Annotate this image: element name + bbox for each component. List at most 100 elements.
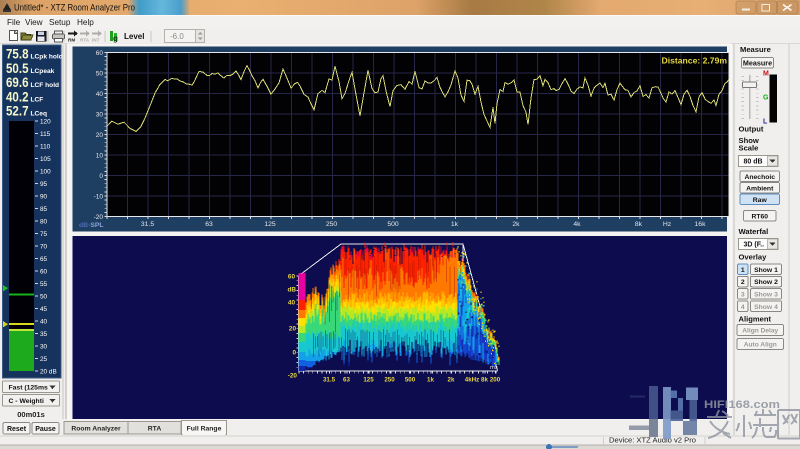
svg-text:Show 3: Show 3 [754,291,778,298]
svg-text:120: 120 [40,118,51,125]
svg-text:Measure: Measure [743,58,772,67]
svg-text:ms: ms [490,365,498,371]
svg-text:Waterfal: Waterfal [739,227,769,236]
svg-text:Overlay: Overlay [739,253,768,262]
svg-text:95: 95 [40,181,48,188]
svg-text:RTA: RTA [80,38,90,43]
svg-text:Ambient: Ambient [746,185,774,192]
svg-text:Level: Level [124,32,144,41]
svg-text:40: 40 [288,300,296,307]
svg-text:85: 85 [40,206,48,213]
svg-text:0: 0 [292,350,296,357]
svg-text:Auto Align: Auto Align [744,342,777,349]
svg-text:1k: 1k [451,221,459,228]
svg-text:250: 250 [384,377,395,384]
svg-text:20 dB: 20 dB [40,368,57,375]
svg-text:dB: dB [287,287,296,294]
svg-text:-10: -10 [94,193,104,200]
svg-text:60: 60 [96,50,104,57]
svg-text:31.5: 31.5 [323,377,336,384]
svg-text:200: 200 [490,377,501,384]
svg-text:40: 40 [40,318,48,325]
svg-text:G: G [763,95,769,102]
svg-text:110: 110 [40,143,51,150]
svg-text:4: 4 [741,304,745,311]
svg-text:70: 70 [40,243,48,250]
svg-text:Scale: Scale [739,144,759,153]
svg-text:60: 60 [40,268,48,275]
svg-text:63: 63 [205,221,213,228]
svg-text:2k: 2k [512,221,520,228]
svg-text:2k: 2k [448,377,455,384]
svg-text:20: 20 [289,326,297,333]
svg-text:LCpk hold: LCpk hold [31,54,63,61]
svg-text:55: 55 [40,281,48,288]
svg-text:4k: 4k [573,221,581,228]
svg-text:115: 115 [40,131,51,138]
svg-text:LCF hold: LCF hold [31,82,60,89]
svg-text:-6.0: -6.0 [170,32,184,41]
svg-text:Reset: Reset [7,426,27,433]
svg-text:Hz: Hz [663,221,672,228]
svg-text:Pause: Pause [35,426,56,433]
svg-text:125: 125 [363,377,374,384]
svg-text:Help: Help [77,18,94,27]
svg-text:L: L [763,119,768,126]
svg-text:0: 0 [99,173,103,180]
svg-text:Room Analyzer: Room Analyzer [71,426,121,433]
svg-text:00m01s: 00m01s [17,410,45,419]
svg-text:50: 50 [40,293,48,300]
svg-text:Fast (125ms: Fast (125ms [9,384,49,391]
svg-text:80 dB: 80 dB [744,159,763,166]
svg-text:80: 80 [40,218,48,225]
svg-text:30: 30 [96,111,104,118]
svg-text:500: 500 [387,221,399,228]
svg-text:105: 105 [40,156,51,163]
svg-text:1k: 1k [427,377,434,384]
svg-text:100: 100 [40,168,51,175]
svg-text:Measure: Measure [740,45,771,54]
svg-text:LCeq: LCeq [31,111,47,118]
svg-text:3: 3 [741,291,745,298]
svg-text:Distance: 2.79m: Distance: 2.79m [662,56,728,66]
svg-text:8k: 8k [635,221,643,228]
svg-text:25: 25 [40,356,48,363]
svg-text:RM: RM [68,38,75,43]
svg-text:500: 500 [405,377,416,384]
svg-text:C - Weighti: C - Weighti [9,398,44,405]
svg-text:16k: 16k [695,221,707,228]
svg-text:35: 35 [40,331,48,338]
svg-text:-20: -20 [94,214,104,221]
svg-text:LCpeak: LCpeak [31,68,55,75]
svg-text:75: 75 [40,231,48,238]
svg-text:g: g [113,34,118,43]
svg-text:50: 50 [96,70,104,77]
svg-text:60: 60 [288,274,296,281]
svg-text:20: 20 [96,132,104,139]
svg-text:Output: Output [739,125,764,134]
svg-text:RTA: RTA [148,426,162,433]
svg-text:45: 45 [40,306,48,313]
svg-text:250: 250 [326,221,338,228]
svg-text:31.5: 31.5 [141,221,154,228]
svg-text:4kHz: 4kHz [465,377,479,384]
svg-text:Show 2: Show 2 [754,279,778,286]
svg-text:Show 4: Show 4 [754,304,778,311]
svg-text:Anechoic: Anechoic [744,174,775,181]
svg-text:90: 90 [40,193,48,200]
svg-text:HIFI168.com: HIFI168.com [704,399,780,411]
svg-text:Raw: Raw [753,197,768,204]
svg-text:125: 125 [264,221,276,228]
svg-text:M: M [763,71,769,78]
svg-text:Setup: Setup [49,18,71,27]
svg-text:8k: 8k [481,377,488,384]
svg-text:65: 65 [40,256,48,263]
svg-text:-20: -20 [288,373,298,380]
svg-text:2: 2 [741,279,745,286]
svg-text:52.7: 52.7 [6,103,29,119]
svg-text:30: 30 [40,343,48,350]
svg-text:Show 1: Show 1 [754,267,778,274]
svg-text:Aligment: Aligment [739,315,772,324]
svg-text:LCF: LCF [31,96,44,103]
svg-text:RT60: RT60 [751,213,768,220]
